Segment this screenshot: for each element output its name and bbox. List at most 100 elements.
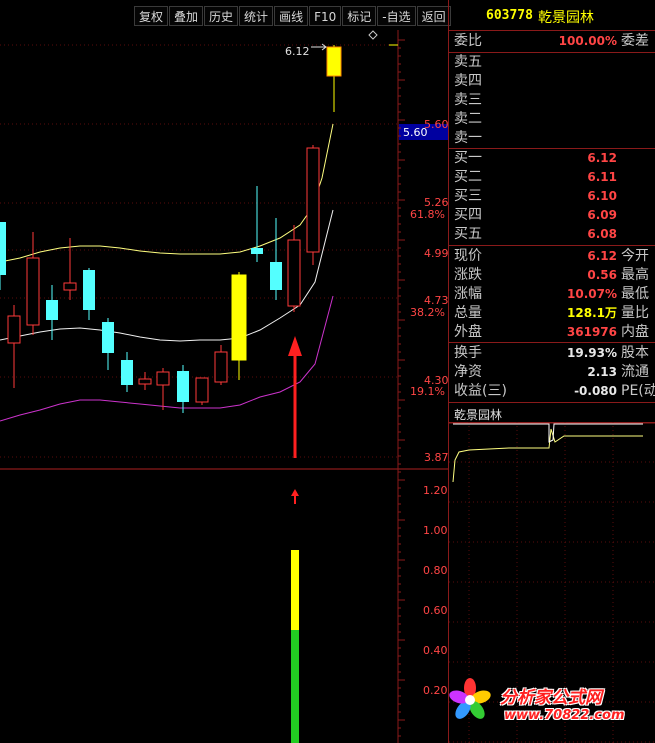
f10-button[interactable]: F10 [309, 6, 342, 26]
watermark-title: 分析家公式网 [500, 688, 602, 708]
quote-label: 外盘 [454, 324, 482, 340]
candle-body [0, 222, 6, 275]
quote-tail: 量比 [621, 305, 649, 321]
buy5-row[interactable]: 买五 6.08 [449, 225, 655, 244]
price-axis: 5.60 5.60 5.26 61.8% 4.99 4.73 38.2% 4.3… [399, 118, 448, 464]
quote-row-volume: 总量 128.1万 量比 [449, 304, 655, 323]
draw-line-button[interactable]: 画线 [274, 6, 309, 26]
quote-tail: 最低 [621, 286, 649, 302]
indicator-axis: 1.20 1.00 0.80 0.60 0.40 0.20 [423, 484, 448, 697]
candle-body [138, 378, 152, 385]
candle-body [156, 371, 170, 386]
indicator-bar-green [291, 630, 299, 743]
buy4-label: 买四 [454, 207, 482, 223]
finance-label: 净资 [454, 364, 482, 380]
candle-body [306, 147, 320, 253]
diamond-icon[interactable] [368, 30, 378, 40]
commission-ratio-label: 委比 [454, 33, 482, 49]
candles [0, 45, 342, 413]
history-button[interactable]: 历史 [204, 6, 239, 26]
quote-row-outer: 外盘 361976 内盘 [449, 323, 655, 342]
candle-body [287, 239, 301, 307]
finance-value: 19.93% [567, 346, 617, 360]
buy5-label: 买五 [454, 226, 482, 242]
quote-label: 涨跌 [454, 267, 482, 283]
sell2-label: 卖二 [454, 111, 482, 127]
commission-ratio-value: 100.00% [558, 34, 617, 48]
quote-row-change: 涨跌 0.56 最高 [449, 266, 655, 285]
quote-tail: 最高 [621, 267, 649, 283]
finance-row-netasset: 净资 2.13 流通 [449, 363, 655, 382]
candle-body [83, 270, 95, 310]
axis-label-3-87: 3.87 [424, 451, 448, 464]
candle-body [102, 322, 114, 353]
mini-price-line [453, 423, 643, 443]
ind-axis-0-40: 0.40 [423, 644, 448, 657]
buy2-price: 6.11 [587, 170, 617, 184]
overlay-button[interactable]: 叠加 [169, 6, 204, 26]
buy4-price: 6.09 [587, 208, 617, 222]
stock-header: 603778 乾景园林 [449, 0, 655, 31]
candle-body [214, 351, 228, 383]
statistics-button[interactable]: 统计 [239, 6, 274, 26]
remove-watchlist-button[interactable]: -自选 [377, 6, 416, 26]
finance-tail: PE(动) [621, 383, 655, 399]
ind-axis-1-00: 1.00 [423, 524, 448, 537]
sell1-row[interactable]: 卖一 [449, 129, 655, 148]
candle-body [121, 360, 133, 385]
quote-panel: 603778 乾景园林 委比 100.00% 委差 卖五 卖四 卖三 卖二 卖一… [448, 0, 655, 743]
buy2-row[interactable]: 买二 6.11 [449, 168, 655, 187]
finance-label: 换手 [454, 345, 482, 361]
axis-label-4-99: 4.99 [424, 247, 448, 260]
finance-tail: 流通 [621, 364, 649, 380]
finance-tail: 股本 [621, 345, 649, 361]
kline-chart[interactable]: 6.12 5.60 5.60 5.26 61.8% 4.99 4.73 38.2… [0, 0, 448, 743]
quote-row-price: 现价 6.12 今开 [449, 247, 655, 266]
finance-value: 2.13 [587, 365, 617, 379]
buy1-label: 买一 [454, 150, 482, 166]
sell1-label: 卖一 [454, 130, 482, 146]
back-button[interactable]: 返回 [416, 6, 451, 26]
sell3-row[interactable]: 卖三 [449, 91, 655, 110]
sell2-row[interactable]: 卖二 [449, 110, 655, 129]
candle-body [326, 46, 342, 77]
separator [449, 402, 655, 403]
finance-row-eps: 收益(三) -0.080 PE(动) [449, 382, 655, 401]
candle-body [26, 257, 40, 326]
axis-label-61-8: 61.8% [410, 208, 445, 221]
candle-body [231, 274, 247, 361]
quote-value: 0.56 [587, 268, 617, 282]
candle-body [251, 248, 263, 254]
band-upper-line [0, 123, 334, 263]
ind-axis-0-80: 0.80 [423, 564, 448, 577]
buy1-price: 6.12 [587, 151, 617, 165]
commission-diff-label: 委差 [621, 33, 649, 49]
buy2-label: 买二 [454, 169, 482, 185]
trading-window: 6.12 5.60 5.60 5.26 61.8% 4.99 4.73 38.2… [0, 0, 655, 743]
stock-name: 乾景园林 [538, 10, 594, 26]
separator [449, 245, 655, 246]
axis-label-19-1: 19.1% [410, 385, 445, 398]
restore-rights-button[interactable]: 复权 [134, 6, 169, 26]
buy1-row[interactable]: 买一 6.12 [449, 149, 655, 168]
sell5-label: 卖五 [454, 54, 482, 70]
separator [449, 342, 655, 343]
buy-signal-arrow-head [288, 336, 302, 356]
quote-label: 总量 [454, 305, 482, 321]
candle-body [7, 315, 21, 344]
buy4-row[interactable]: 买四 6.09 [449, 206, 655, 225]
finance-row-turnover: 换手 19.93% 股本 [449, 344, 655, 363]
buy3-price: 6.10 [587, 189, 617, 203]
quote-tail: 今开 [621, 248, 649, 264]
axis-label-5-60: 5.60 [424, 118, 448, 131]
candle-body [177, 371, 189, 402]
buy3-row[interactable]: 买三 6.10 [449, 187, 655, 206]
mark-button[interactable]: 标记 [342, 6, 377, 26]
sell5-row[interactable]: 卖五 [449, 53, 655, 72]
toolbar: 复权 叠加 历史 统计 画线 F10 标记 -自选 返回 [134, 6, 452, 28]
sell4-row[interactable]: 卖四 [449, 72, 655, 91]
axis-label-38-2: 38.2% [410, 306, 445, 319]
quote-tail: 内盘 [621, 324, 649, 340]
buy3-label: 买三 [454, 188, 482, 204]
indicator-arrow-head [291, 489, 299, 496]
